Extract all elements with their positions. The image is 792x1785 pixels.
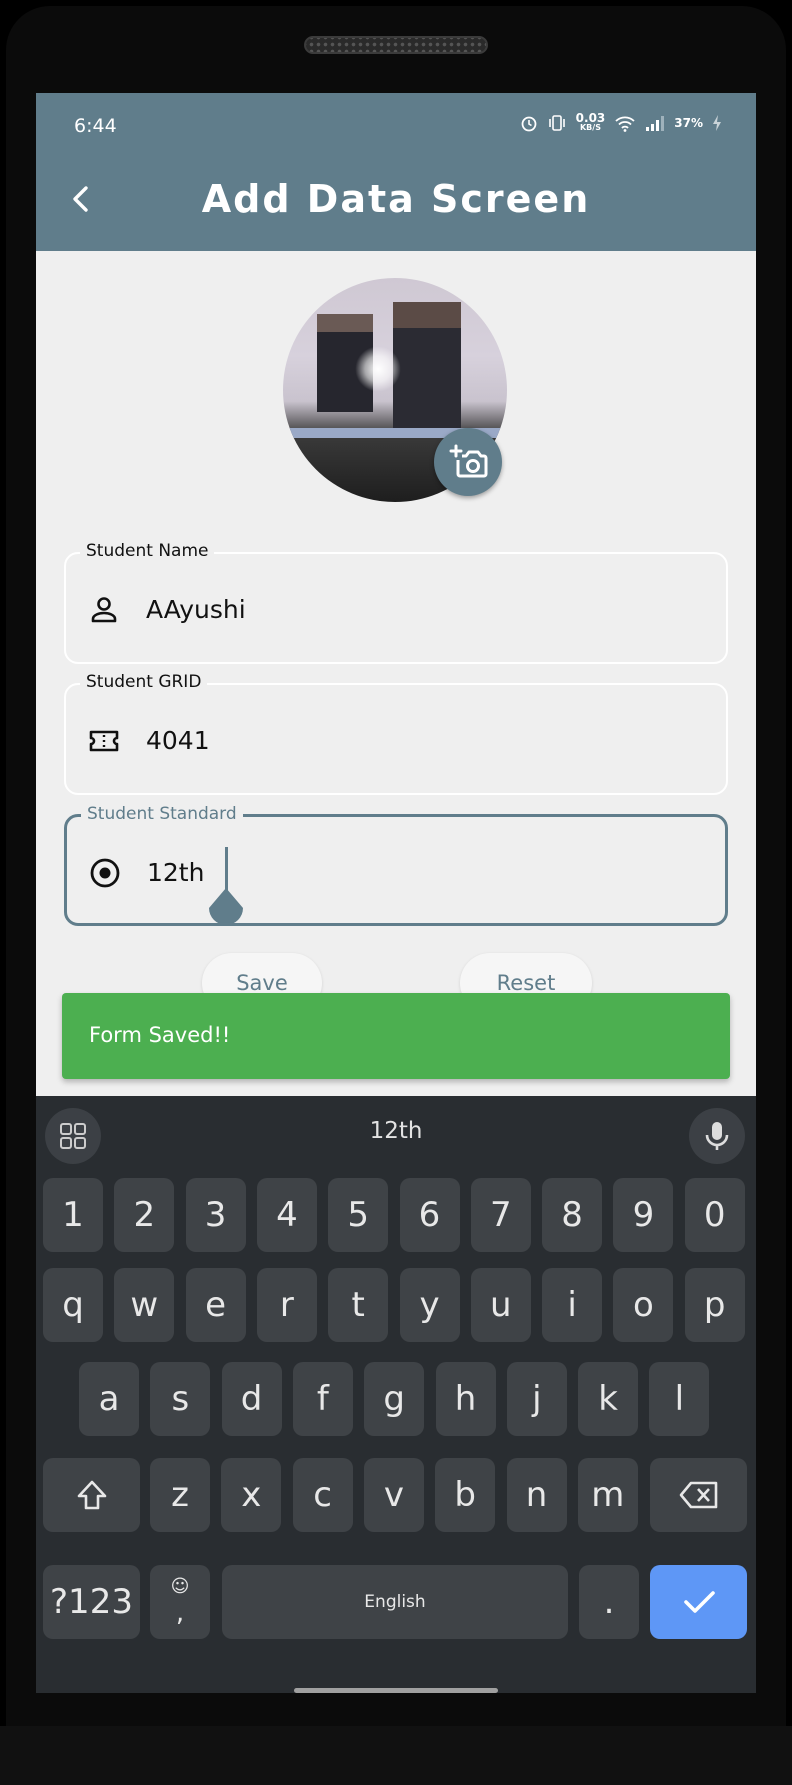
wifi-icon	[615, 116, 635, 132]
student-grid-label: Student GRID	[80, 672, 208, 692]
comma-emoji-key[interactable]: ☺ ,	[150, 1565, 210, 1639]
status-time: 6:44	[74, 115, 117, 137]
status-icons: 0.03 KB/S 37%	[520, 112, 722, 133]
key-a[interactable]: a	[79, 1362, 139, 1436]
student-name-value: AAyushi	[146, 595, 246, 624]
add-camera-icon	[449, 444, 488, 478]
radio-button-icon	[90, 858, 120, 888]
key-r[interactable]: r	[256, 1268, 317, 1342]
student-grid-field[interactable]: Student GRID 4041	[64, 672, 728, 795]
backspace-key[interactable]	[650, 1458, 747, 1532]
phone-speaker	[304, 36, 488, 54]
key-4[interactable]: 4	[256, 1178, 317, 1252]
key-u[interactable]: u	[470, 1268, 531, 1342]
key-x[interactable]: x	[221, 1458, 282, 1532]
key-n[interactable]: n	[506, 1458, 567, 1532]
cursor-handle[interactable]	[207, 888, 245, 928]
student-standard-field[interactable]: Student Standard 12th	[64, 804, 728, 928]
vibrate-icon	[548, 115, 565, 131]
keyboard-suggestion[interactable]: 12th	[36, 1118, 756, 1144]
key-m[interactable]: m	[577, 1458, 638, 1532]
comma-key-label: ,	[175, 1598, 185, 1628]
key-q[interactable]: q	[43, 1268, 103, 1342]
key-i[interactable]: i	[542, 1268, 603, 1342]
phone-frame: 6:44 0.03 KB/S 37% Add Data Screen Stude…	[0, 0, 792, 1785]
snackbar-message: Form Saved!!	[89, 1023, 231, 1047]
student-standard-value: 12th	[147, 858, 205, 887]
voice-input-button[interactable]	[689, 1108, 745, 1164]
done-key[interactable]	[650, 1565, 747, 1639]
key-k[interactable]: k	[578, 1362, 639, 1436]
key-2[interactable]: 2	[114, 1178, 175, 1252]
student-standard-label: Student Standard	[81, 804, 243, 824]
space-key[interactable]: English	[222, 1565, 568, 1639]
battery-percent: 37%	[674, 116, 703, 130]
symbols-key[interactable]: ?123	[43, 1565, 140, 1639]
phone-bottom-bezel	[0, 1726, 792, 1785]
key-j[interactable]: j	[506, 1362, 567, 1436]
person-icon	[91, 597, 117, 623]
key-1[interactable]: 1	[43, 1178, 103, 1252]
microphone-icon	[705, 1122, 729, 1150]
signal-icon	[646, 116, 665, 131]
key-5[interactable]: 5	[328, 1178, 389, 1252]
key-g[interactable]: g	[364, 1362, 425, 1436]
key-z[interactable]: z	[150, 1458, 210, 1532]
key-t[interactable]: t	[328, 1268, 389, 1342]
key-c[interactable]: c	[292, 1458, 353, 1532]
key-e[interactable]: e	[185, 1268, 246, 1342]
key-0[interactable]: 0	[684, 1178, 745, 1252]
keyboard-toolbar: 12th	[36, 1096, 756, 1168]
page-title: Add Data Screen	[201, 177, 591, 221]
key-8[interactable]: 8	[542, 1178, 603, 1252]
key-p[interactable]: p	[684, 1268, 745, 1342]
student-name-field[interactable]: Student Name AAyushi	[64, 541, 728, 664]
shift-key[interactable]	[43, 1458, 140, 1532]
key-o[interactable]: o	[613, 1268, 674, 1342]
key-3[interactable]: 3	[185, 1178, 246, 1252]
charging-icon	[713, 115, 721, 131]
key-l[interactable]: l	[649, 1362, 710, 1436]
key-6[interactable]: 6	[399, 1178, 460, 1252]
checkmark-icon	[683, 1591, 715, 1613]
key-9[interactable]: 9	[613, 1178, 674, 1252]
app-screen: 6:44 0.03 KB/S 37% Add Data Screen Stude…	[36, 93, 756, 1693]
shift-icon	[77, 1480, 106, 1510]
key-d[interactable]: d	[221, 1362, 282, 1436]
key-h[interactable]: h	[435, 1362, 496, 1436]
period-key[interactable]: .	[579, 1565, 639, 1639]
emoji-icon: ☺	[170, 1576, 190, 1597]
key-w[interactable]: w	[114, 1268, 175, 1342]
student-grid-value: 4041	[146, 726, 210, 755]
network-speed: 0.03 KB/S	[576, 112, 606, 133]
student-name-label: Student Name	[80, 541, 215, 561]
key-v[interactable]: v	[363, 1458, 424, 1532]
key-7[interactable]: 7	[470, 1178, 531, 1252]
add-photo-button[interactable]	[434, 428, 502, 496]
snackbar: Form Saved!!	[62, 993, 730, 1079]
key-f[interactable]: f	[292, 1362, 353, 1436]
key-y[interactable]: y	[399, 1268, 460, 1342]
alarm-icon	[521, 116, 537, 132]
ticket-icon	[89, 730, 119, 752]
app-bar: 6:44 0.03 KB/S 37% Add Data Screen	[36, 93, 756, 251]
key-b[interactable]: b	[435, 1458, 496, 1532]
network-speed-unit: KB/S	[579, 123, 601, 132]
on-screen-keyboard: 12th 1234567890 qwertyuiop asdfghjkl zxcvbn…	[36, 1096, 756, 1693]
backspace-icon	[679, 1481, 717, 1509]
key-s[interactable]: s	[150, 1362, 211, 1436]
gesture-handle	[294, 1688, 498, 1693]
